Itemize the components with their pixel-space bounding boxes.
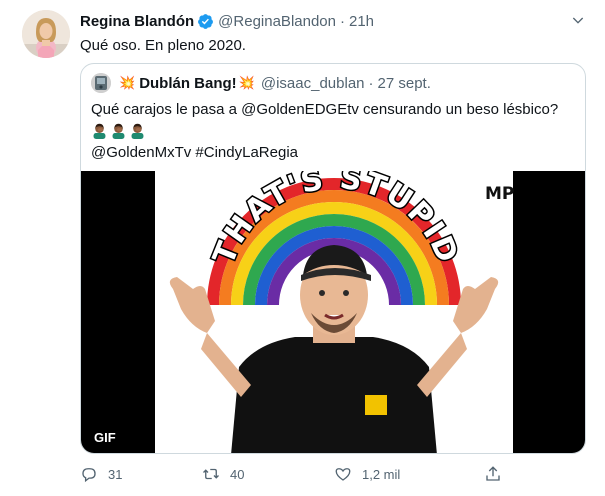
tweet: Regina Blandón @ReginaBlandon · 21h Qué … — [0, 0, 605, 496]
collision-emoji-icon: 💥 — [119, 75, 136, 90]
more-options-chevron-icon[interactable] — [570, 12, 586, 28]
like-button[interactable]: 1,2 mil — [334, 464, 400, 484]
quoted-author-name: Dublán Bang! — [139, 74, 237, 92]
person-facepalm-emoji-icon — [129, 122, 146, 139]
person-facepalm-emoji-icon — [91, 122, 108, 139]
like-count: 1,2 mil — [362, 466, 401, 482]
separator-dot: · — [339, 12, 345, 30]
quoted-tweet[interactable]: 💥 Dublán Bang! 💥 @isaac_dublan · 27 sept… — [80, 63, 586, 454]
heart-icon — [335, 468, 351, 481]
separator-dot: · — [368, 74, 374, 92]
tweet-timestamp[interactable]: 21h — [349, 13, 374, 30]
mp-logo: MP — [485, 184, 514, 204]
quoted-tweet-hashtags: @GoldenMxTv #CindyLaRegia — [91, 144, 298, 161]
reply-icon — [82, 468, 96, 483]
retweet-button[interactable]: 40 — [202, 464, 244, 484]
gif-media[interactable]: THAT'S STUPID MP GIF — [81, 171, 585, 453]
person-facepalm-emoji-row — [91, 122, 146, 140]
quoted-tweet-header: 💥 Dublán Bang! 💥 @isaac_dublan · 27 sept… — [91, 73, 431, 93]
verified-badge-icon — [197, 13, 214, 30]
reply-button[interactable]: 31 — [80, 464, 122, 484]
tweet-text: Qué oso. En pleno 2020. — [80, 37, 246, 54]
author-name[interactable]: Regina Blandón — [80, 13, 194, 30]
tweet-header: Regina Blandón @ReginaBlandon · 21h — [80, 11, 374, 31]
author-handle[interactable]: @ReginaBlandon — [218, 13, 336, 30]
collision-emoji-icon: 💥 — [238, 75, 255, 90]
author-avatar[interactable] — [22, 10, 70, 58]
retweet-icon — [203, 468, 219, 480]
share-icon — [486, 466, 500, 481]
quoted-author-avatar — [91, 73, 111, 93]
person-facepalm-emoji-icon — [110, 122, 127, 139]
retweet-count: 40 — [230, 466, 245, 482]
share-button[interactable] — [484, 464, 502, 484]
gif-badge: GIF — [94, 430, 116, 445]
quoted-author-handle: @isaac_dublan — [260, 74, 365, 92]
quoted-tweet-timestamp: 27 sept. — [377, 74, 431, 92]
reply-count: 31 — [108, 466, 123, 482]
quoted-tweet-text: Qué carajos le pasa a @GoldenEDGEtv cens… — [91, 101, 559, 118]
gif-image: THAT'S STUPID MP — [81, 171, 585, 453]
tweet-actions: 31 40 1,2 mil — [80, 464, 586, 484]
